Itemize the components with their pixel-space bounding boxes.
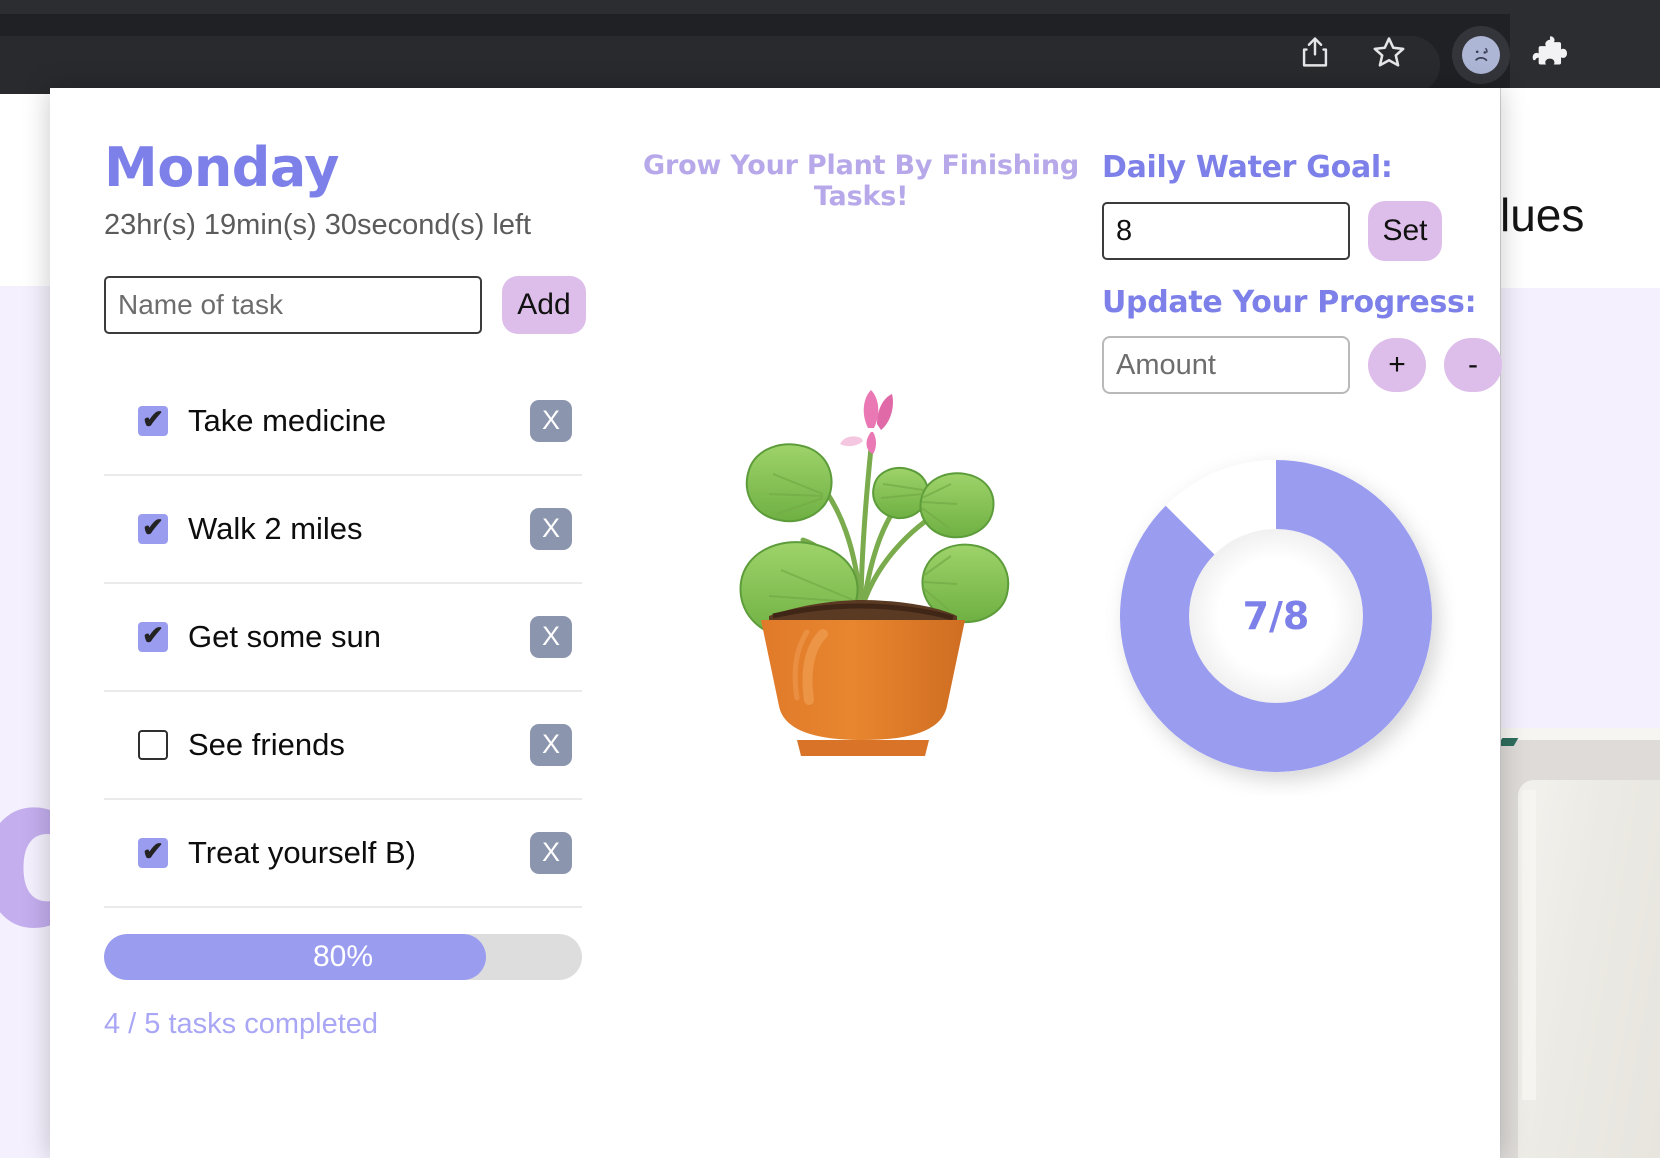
task-checkbox[interactable] (138, 729, 168, 760)
delete-task-button[interactable]: X (530, 723, 572, 766)
page-title: Monday (104, 136, 339, 199)
checkmark-icon: ✔ (142, 835, 164, 866)
background-right-text: lues (1500, 189, 1585, 241)
browser-titlebar (0, 0, 1660, 14)
delete-task-button[interactable]: X (530, 507, 572, 550)
task-list: ✔ Take medicine X ✔ Walk 2 miles X ✔ Get some s… (104, 368, 582, 908)
task-label: Treat yourself B) (188, 834, 416, 870)
task-name-input[interactable] (104, 275, 482, 334)
grow-plant-heading: Grow Your Plant By Finishing Tasks! (643, 150, 1079, 212)
task-checkbox[interactable]: ✔ (138, 619, 168, 652)
task-checkbox[interactable]: ✔ (138, 835, 168, 868)
water-goal-row: Set (1102, 201, 1502, 261)
add-task-row: Add (104, 275, 604, 334)
add-task-button[interactable]: Add (502, 275, 586, 334)
water-goal-input[interactable] (1102, 202, 1350, 260)
water-goal-heading: Daily Water Goal: (1102, 150, 1393, 185)
task-tracker-modal: Monday 23hr(s) 19min(s) 30second(s) left… (50, 88, 1502, 1158)
task-progress-bar: 80% (104, 933, 582, 980)
delete-task-button[interactable]: X (530, 399, 572, 442)
task-label: Get some sun (188, 618, 381, 654)
plant-column: Grow Your Plant By Finishing Tasks! (636, 150, 1086, 758)
profile-avatar-icon (1462, 36, 1500, 74)
checkmark-icon: ✔ (142, 403, 164, 434)
countdown-text: 23hr(s) 19min(s) 30second(s) left (104, 208, 532, 241)
browser-toolbar (0, 14, 1660, 94)
profile-avatar-button[interactable] (1452, 26, 1510, 84)
delete-task-button[interactable]: X (530, 615, 572, 658)
set-goal-button[interactable]: Set (1368, 201, 1442, 261)
task-row: ✔ Get some sun X (104, 584, 582, 692)
extensions-puzzle-icon[interactable] (1528, 28, 1578, 78)
task-progress-label: 80% (312, 939, 374, 973)
tasks-completed-text: 4 / 5 tasks completed (104, 1007, 379, 1040)
task-checkbox[interactable]: ✔ (138, 511, 168, 544)
decrement-button[interactable]: - (1444, 338, 1502, 392)
increment-button[interactable]: + (1368, 338, 1426, 392)
task-row: See friends X (104, 692, 582, 800)
task-row: ✔ Treat yourself B) X (104, 800, 582, 908)
update-progress-row: + - (1102, 336, 1502, 394)
background-desk-photo (1497, 728, 1660, 1158)
share-icon[interactable] (1293, 30, 1337, 74)
task-label: See friends (188, 726, 345, 762)
task-row: ✔ Walk 2 miles X (104, 476, 582, 584)
update-progress-heading: Update Your Progress: (1102, 285, 1477, 320)
task-label: Walk 2 miles (188, 510, 363, 546)
task-label: Take medicine (188, 402, 387, 438)
water-column: Daily Water Goal: Set Update Your Progre… (1102, 150, 1502, 796)
background-right-panel (1500, 288, 1660, 728)
potted-plant-icon (636, 298, 1086, 758)
water-progress-donut: 7/8 (1096, 436, 1456, 796)
task-row: ✔ Take medicine X (104, 368, 582, 476)
delete-task-button[interactable]: X (530, 831, 572, 874)
checkmark-icon: ✔ (142, 511, 164, 542)
omnibox[interactable] (0, 36, 1440, 94)
tasks-column: Monday 23hr(s) 19min(s) 30second(s) left… (104, 136, 604, 1041)
star-icon[interactable] (1367, 30, 1411, 74)
task-checkbox[interactable]: ✔ (138, 403, 168, 436)
amount-input[interactable] (1102, 336, 1350, 394)
checkmark-icon: ✔ (142, 619, 164, 650)
